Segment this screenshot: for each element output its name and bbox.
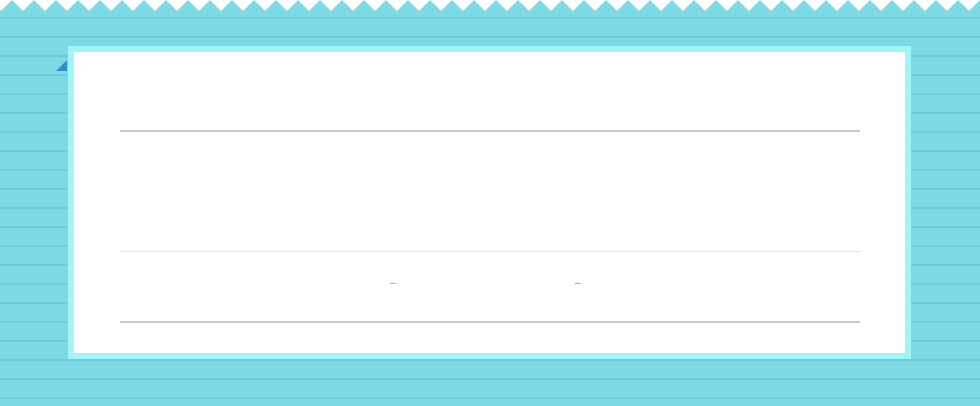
zigzag-edge (0, 0, 980, 11)
footer-divider (120, 321, 860, 323)
empty-cell-right: – (575, 278, 581, 289)
card-frame: – – (68, 46, 911, 359)
card-body: – – (74, 52, 905, 353)
header-divider (120, 130, 860, 132)
row-divider (120, 251, 860, 252)
empty-cell-left: – (390, 278, 396, 289)
page-background: { "theme": { "background": "#7dd9e3", "s… (0, 0, 980, 406)
corner-tab-icon (56, 60, 67, 71)
